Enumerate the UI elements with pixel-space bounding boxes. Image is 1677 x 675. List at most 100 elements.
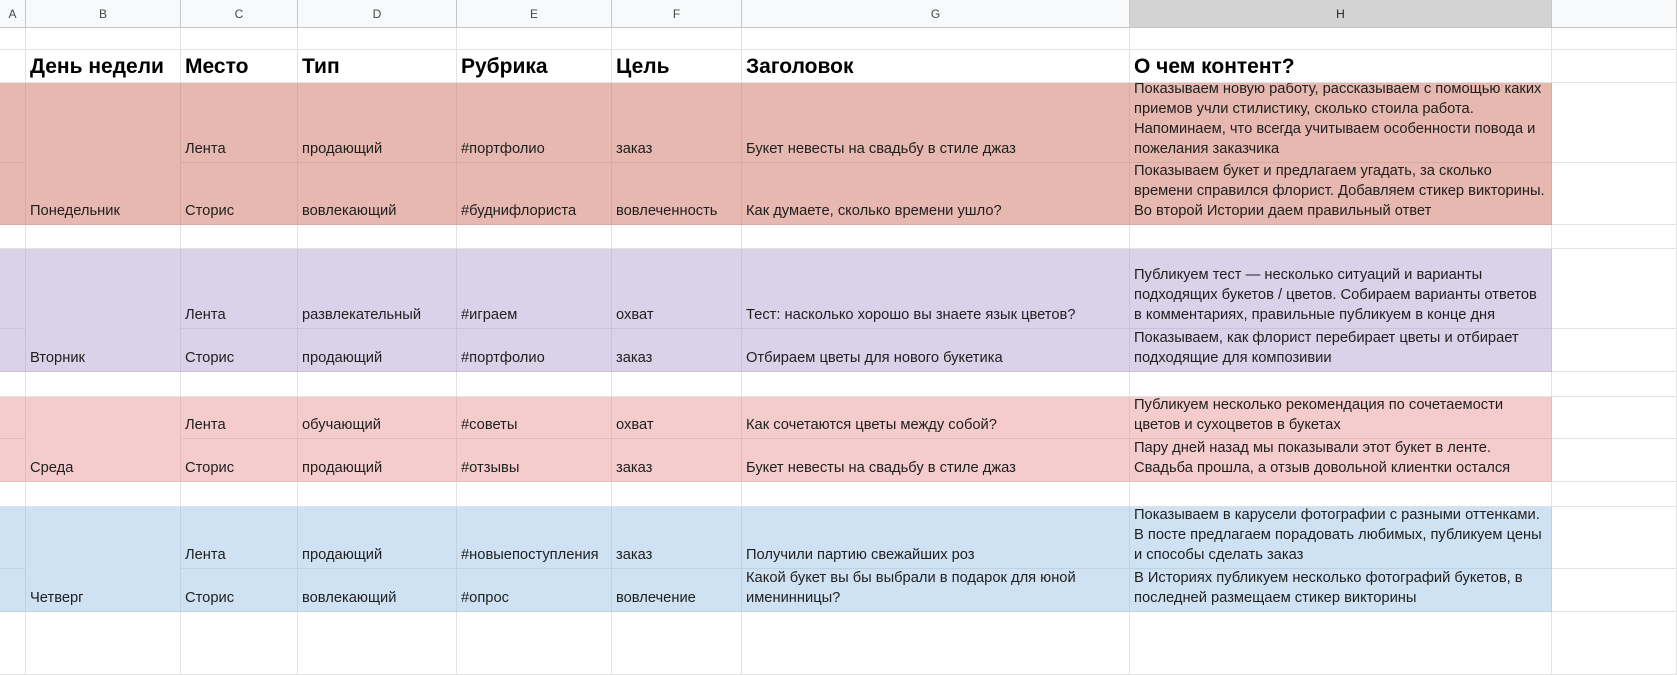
place-cell[interactable]: Сторис bbox=[181, 439, 298, 482]
empty-cell[interactable] bbox=[742, 372, 1130, 397]
place-cell[interactable]: Лента bbox=[181, 83, 298, 163]
empty-cell[interactable] bbox=[181, 372, 298, 397]
empty-cell[interactable] bbox=[298, 482, 457, 507]
place-cell[interactable]: Сторис bbox=[181, 163, 298, 225]
place-cell[interactable]: Сторис bbox=[181, 329, 298, 372]
empty-cell[interactable] bbox=[612, 612, 742, 675]
empty-cell[interactable] bbox=[742, 482, 1130, 507]
empty-cell[interactable] bbox=[0, 163, 26, 225]
empty-cell[interactable] bbox=[612, 482, 742, 507]
empty-cell[interactable] bbox=[26, 482, 181, 507]
column-header-h[interactable]: H bbox=[1130, 0, 1552, 28]
empty-cell[interactable] bbox=[298, 612, 457, 675]
empty-cell[interactable] bbox=[1552, 482, 1677, 507]
empty-cell[interactable] bbox=[1552, 612, 1677, 675]
empty-cell[interactable] bbox=[181, 225, 298, 249]
empty-cell[interactable] bbox=[1130, 482, 1552, 507]
title-cell[interactable]: Букет невесты на свадьбу в стиле джаз bbox=[742, 439, 1130, 482]
header-cell[interactable]: О чем контент? bbox=[1130, 50, 1552, 83]
empty-cell[interactable] bbox=[1552, 329, 1677, 372]
type-cell[interactable]: продающий bbox=[298, 507, 457, 569]
title-cell[interactable]: Получили партию свежайших роз bbox=[742, 507, 1130, 569]
title-cell[interactable]: Букет невесты на свадьбу в стиле джаз bbox=[742, 83, 1130, 163]
goal-cell[interactable]: заказ bbox=[612, 329, 742, 372]
title-cell[interactable]: Отбираем цветы для нового букетика bbox=[742, 329, 1130, 372]
goal-cell[interactable]: охват bbox=[612, 249, 742, 329]
column-header-e[interactable]: E bbox=[457, 0, 612, 28]
empty-cell[interactable] bbox=[1130, 225, 1552, 249]
rubric-cell[interactable]: #опрос bbox=[457, 569, 612, 612]
type-cell[interactable]: продающий bbox=[298, 83, 457, 163]
day-cell[interactable]: Понедельник bbox=[26, 83, 181, 225]
empty-cell[interactable] bbox=[1552, 397, 1677, 439]
type-cell[interactable]: продающий bbox=[298, 439, 457, 482]
column-header-a[interactable]: A bbox=[0, 0, 26, 28]
empty-cell[interactable] bbox=[457, 225, 612, 249]
empty-cell[interactable] bbox=[1552, 249, 1677, 329]
empty-cell[interactable] bbox=[0, 397, 26, 439]
empty-cell[interactable] bbox=[0, 372, 26, 397]
content-cell[interactable]: Показываем букет и предлагаем угадать, з… bbox=[1130, 163, 1552, 225]
empty-cell[interactable] bbox=[1130, 372, 1552, 397]
empty-cell[interactable] bbox=[181, 612, 298, 675]
empty-cell[interactable] bbox=[0, 329, 26, 372]
empty-cell[interactable] bbox=[0, 28, 26, 50]
empty-cell[interactable] bbox=[742, 225, 1130, 249]
type-cell[interactable]: вовлекающий bbox=[298, 163, 457, 225]
empty-cell[interactable] bbox=[1552, 28, 1677, 50]
header-cell[interactable]: Цель bbox=[612, 50, 742, 83]
empty-cell[interactable] bbox=[1552, 507, 1677, 569]
content-cell[interactable]: Пару дней назад мы показывали этот букет… bbox=[1130, 439, 1552, 482]
header-cell[interactable]: Рубрика bbox=[457, 50, 612, 83]
empty-cell[interactable] bbox=[612, 372, 742, 397]
column-header-i[interactable] bbox=[1552, 0, 1677, 28]
rubric-cell[interactable]: #играем bbox=[457, 249, 612, 329]
empty-cell[interactable] bbox=[1552, 569, 1677, 612]
place-cell[interactable]: Лента bbox=[181, 507, 298, 569]
empty-cell[interactable] bbox=[26, 612, 181, 675]
empty-cell[interactable] bbox=[298, 225, 457, 249]
empty-cell[interactable] bbox=[1552, 225, 1677, 249]
title-cell[interactable]: Тест: насколько хорошо вы знаете язык цв… bbox=[742, 249, 1130, 329]
type-cell[interactable]: продающий bbox=[298, 329, 457, 372]
column-header-g[interactable]: G bbox=[742, 0, 1130, 28]
empty-cell[interactable] bbox=[457, 612, 612, 675]
rubric-cell[interactable]: #советы bbox=[457, 397, 612, 439]
column-header-b[interactable]: B bbox=[26, 0, 181, 28]
rubric-cell[interactable]: #портфолио bbox=[457, 83, 612, 163]
place-cell[interactable]: Лента bbox=[181, 397, 298, 439]
empty-cell[interactable] bbox=[0, 249, 26, 329]
day-cell[interactable]: Среда bbox=[26, 397, 181, 482]
empty-cell[interactable] bbox=[457, 28, 612, 50]
empty-cell[interactable] bbox=[1552, 83, 1677, 163]
empty-cell[interactable] bbox=[26, 372, 181, 397]
header-cell[interactable]: День недели bbox=[26, 50, 181, 83]
rubric-cell[interactable]: #отзывы bbox=[457, 439, 612, 482]
empty-cell[interactable] bbox=[612, 28, 742, 50]
empty-cell[interactable] bbox=[1552, 163, 1677, 225]
empty-cell[interactable] bbox=[0, 439, 26, 482]
goal-cell[interactable]: заказ bbox=[612, 83, 742, 163]
goal-cell[interactable]: охват bbox=[612, 397, 742, 439]
spreadsheet-grid[interactable]: A B C D E F G H День недели Место Тип Рубрика Цель За… bbox=[0, 0, 1677, 675]
empty-cell[interactable] bbox=[26, 225, 181, 249]
empty-cell[interactable] bbox=[298, 28, 457, 50]
empty-cell[interactable] bbox=[0, 225, 26, 249]
empty-cell[interactable] bbox=[1130, 612, 1552, 675]
column-header-f[interactable]: F bbox=[612, 0, 742, 28]
empty-cell[interactable] bbox=[1130, 28, 1552, 50]
goal-cell[interactable]: вовлеченность bbox=[612, 163, 742, 225]
empty-cell[interactable] bbox=[1552, 372, 1677, 397]
place-cell[interactable]: Лента bbox=[181, 249, 298, 329]
header-cell[interactable]: Заголовок bbox=[742, 50, 1130, 83]
type-cell[interactable]: развлекательный bbox=[298, 249, 457, 329]
goal-cell[interactable]: заказ bbox=[612, 439, 742, 482]
empty-cell[interactable] bbox=[742, 612, 1130, 675]
title-cell[interactable]: Как сочетаются цветы между собой? bbox=[742, 397, 1130, 439]
empty-cell[interactable] bbox=[181, 28, 298, 50]
empty-cell[interactable] bbox=[1552, 50, 1677, 83]
title-cell[interactable]: Какой букет вы бы выбрали в подарок для … bbox=[742, 569, 1130, 612]
content-cell[interactable]: Показываем новую работу, рассказываем с … bbox=[1130, 83, 1552, 163]
column-header-d[interactable]: D bbox=[298, 0, 457, 28]
empty-cell[interactable] bbox=[0, 83, 26, 163]
